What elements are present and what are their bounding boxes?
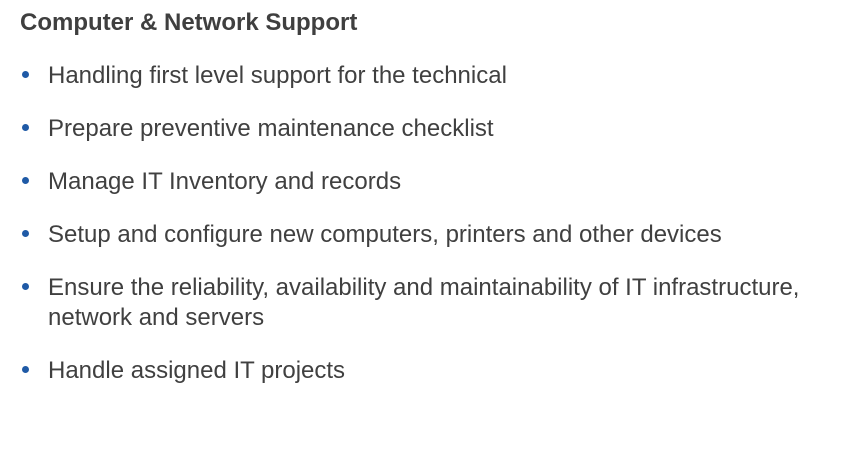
bullet-text: Handle assigned IT projects xyxy=(48,357,346,384)
bullet-text: Setup and configure new computers, print… xyxy=(48,221,722,248)
bullet-dot-icon xyxy=(22,124,29,131)
bullet-dot-icon xyxy=(22,177,29,184)
bullet-dot-icon xyxy=(22,283,29,290)
bullet-item: Prepare preventive maintenance checklist xyxy=(20,114,835,144)
bullet-item: Setup and configure new computers, print… xyxy=(20,220,835,250)
bullet-item: Ensure the reliability, availability and… xyxy=(20,273,835,333)
bullet-text: Ensure the reliability, availability and… xyxy=(48,274,800,331)
slide: Computer & Network Support Handling firs… xyxy=(0,0,847,458)
bullet-item: Handle assigned IT projects xyxy=(20,356,835,386)
bullet-text: Prepare preventive maintenance checklist xyxy=(48,115,494,142)
bullet-text: Manage IT Inventory and records xyxy=(48,168,402,195)
bullet-dot-icon xyxy=(22,230,29,237)
bullet-dot-icon xyxy=(22,71,29,78)
bullet-item: Manage IT Inventory and records xyxy=(20,167,835,197)
bullet-text: Handling first level support for the tec… xyxy=(48,62,507,89)
section-title: Computer & Network Support xyxy=(20,9,358,36)
bullet-item: Handling first level support for the tec… xyxy=(20,61,835,91)
bullet-list: Handling first level support for the tec… xyxy=(20,61,835,409)
bullet-dot-icon xyxy=(22,366,29,373)
